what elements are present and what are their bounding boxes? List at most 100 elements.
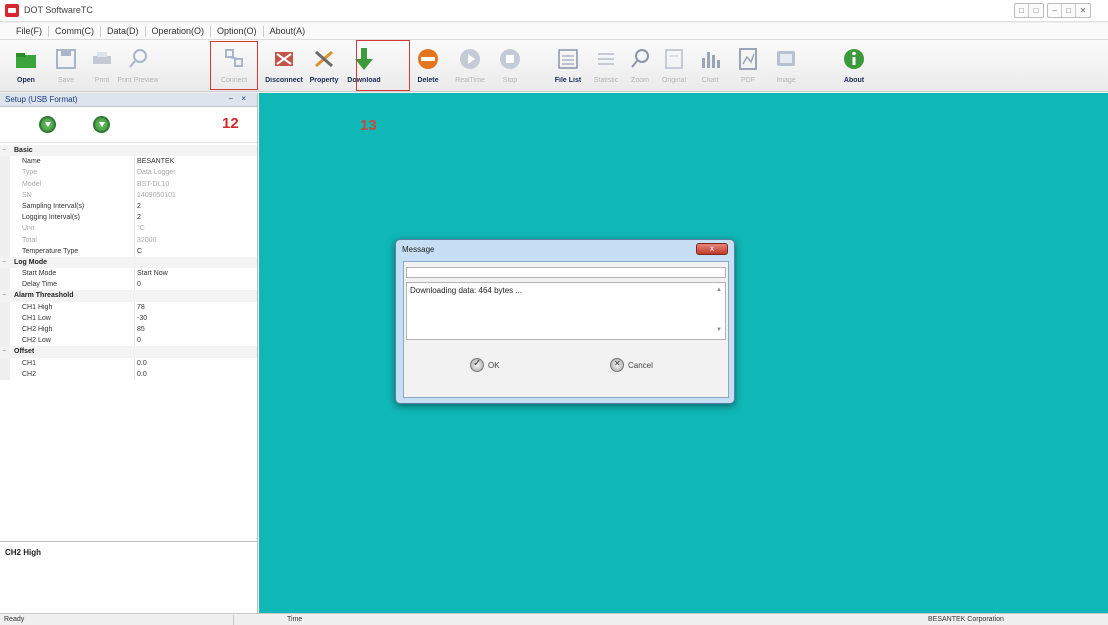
status-divider bbox=[233, 615, 234, 625]
row-gutter bbox=[0, 268, 10, 280]
read-settings-button[interactable] bbox=[39, 116, 56, 133]
property-row[interactable]: CH1 High 78 bbox=[0, 301, 257, 313]
property-category[interactable]: − Offset bbox=[0, 346, 257, 358]
property-value[interactable]: BESANTEK bbox=[137, 156, 174, 167]
property-value[interactable]: 2 bbox=[137, 212, 141, 223]
property-row[interactable]: Type Data Logger bbox=[0, 167, 257, 179]
stop-label: Stop bbox=[502, 77, 518, 84]
cancel-label: Cancel bbox=[628, 360, 653, 370]
save-icon bbox=[56, 49, 76, 69]
status-text: Ready bbox=[4, 616, 25, 623]
window-button-a[interactable]: □ bbox=[1015, 4, 1029, 17]
column-divider bbox=[134, 301, 135, 313]
column-divider bbox=[134, 324, 135, 336]
dialog-message-box[interactable]: Downloading data: 464 bytes ... ▲ ▼ bbox=[406, 282, 726, 340]
property-value[interactable]: 0 bbox=[137, 335, 141, 346]
property-value[interactable]: 32000 bbox=[137, 235, 156, 246]
image-button[interactable]: Image bbox=[766, 43, 806, 89]
property-value[interactable]: 0 bbox=[137, 279, 141, 290]
category-label: Alarm Threashold bbox=[14, 292, 74, 300]
property-row[interactable]: CH2 0.0 bbox=[0, 368, 257, 380]
description-title: CH2 High bbox=[5, 548, 41, 557]
cancel-button[interactable]: Cancel bbox=[610, 357, 653, 373]
collapse-icon[interactable]: − bbox=[2, 346, 6, 357]
property-row[interactable]: Start Mode Start Now bbox=[0, 268, 257, 280]
maximize-button[interactable]: □ bbox=[1062, 4, 1076, 17]
close-button[interactable]: ✕ bbox=[1076, 4, 1090, 17]
stop-button[interactable]: Stop bbox=[490, 43, 530, 89]
window-button-b[interactable]: □ bbox=[1029, 4, 1043, 17]
property-name: CH1 Low bbox=[22, 314, 51, 322]
property-value[interactable]: BST-DL10 bbox=[137, 179, 169, 190]
property-row[interactable]: CH2 Low 0 bbox=[0, 335, 257, 347]
property-value[interactable]: 0.0 bbox=[137, 369, 147, 380]
about-button[interactable]: About bbox=[834, 43, 874, 89]
dialog-input-field[interactable] bbox=[406, 267, 726, 278]
menu-comm[interactable]: Comm(C) bbox=[49, 25, 101, 37]
column-divider bbox=[134, 368, 135, 380]
property-value[interactable]: 2 bbox=[137, 201, 141, 212]
window-controls: – □ ✕ bbox=[1047, 3, 1091, 18]
property-row[interactable]: CH2 High 85 bbox=[0, 324, 257, 336]
property-name: Total bbox=[22, 236, 37, 244]
print-preview-label: Print Preview bbox=[117, 77, 159, 84]
delete-button[interactable]: Delete bbox=[408, 43, 448, 89]
property-name: Sampling Interval(s) bbox=[22, 202, 85, 210]
property-row[interactable]: Sampling Interval(s) 2 bbox=[0, 200, 257, 213]
property-category[interactable]: − Alarm Threashold bbox=[0, 290, 257, 302]
property-value[interactable]: Data Logger bbox=[137, 167, 176, 178]
property-row[interactable]: Logging Interval(s) 2 bbox=[0, 212, 257, 224]
menu-file[interactable]: File(F) bbox=[10, 25, 49, 37]
toolbar: Open Save Print Print Preview Connect Di… bbox=[0, 40, 1108, 92]
column-divider bbox=[134, 279, 135, 291]
property-row[interactable]: CH1 Low -30 bbox=[0, 312, 257, 324]
row-gutter bbox=[0, 200, 10, 213]
menu-operation[interactable]: Operation(O) bbox=[146, 25, 212, 37]
scroll-up-icon[interactable]: ▲ bbox=[716, 287, 722, 293]
property-row[interactable]: Unit °C bbox=[0, 223, 257, 235]
property-name: Delay Time bbox=[22, 281, 58, 289]
dialog-close-button[interactable]: x bbox=[696, 243, 728, 255]
image-label: Image bbox=[776, 77, 796, 84]
window-title: DOT SoftwareTC bbox=[24, 5, 93, 15]
column-divider bbox=[134, 156, 135, 168]
property-value[interactable]: 85 bbox=[137, 324, 145, 335]
property-row[interactable]: Total 32000 bbox=[0, 234, 257, 246]
property-row[interactable]: Model BST-DL10 bbox=[0, 178, 257, 190]
property-category[interactable]: − Basic bbox=[0, 145, 257, 157]
column-divider bbox=[134, 189, 135, 201]
property-value[interactable]: -30 bbox=[137, 313, 147, 324]
property-row[interactable]: CH1 0.0 bbox=[0, 357, 257, 369]
ok-label: OK bbox=[488, 360, 500, 370]
menu-data[interactable]: Data(D) bbox=[101, 25, 146, 37]
write-settings-button[interactable] bbox=[93, 116, 110, 133]
print-preview-button[interactable]: Print Preview bbox=[117, 43, 159, 89]
property-row[interactable]: Temperature Type C bbox=[0, 245, 257, 257]
property-value[interactable]: Start Now bbox=[137, 268, 168, 279]
property-value[interactable]: 78 bbox=[137, 302, 145, 313]
scroll-down-icon[interactable]: ▼ bbox=[716, 327, 722, 333]
collapse-icon[interactable]: − bbox=[2, 290, 6, 301]
table-icon bbox=[598, 53, 614, 65]
panel-pin-close-buttons[interactable]: − × bbox=[228, 94, 249, 103]
property-category[interactable]: − Log Mode bbox=[0, 256, 257, 269]
collapse-icon[interactable]: − bbox=[2, 145, 6, 156]
property-value[interactable]: 0.0 bbox=[137, 358, 147, 369]
property-row[interactable]: SN 1409050101 bbox=[0, 189, 257, 201]
menu-about[interactable]: About(A) bbox=[264, 26, 312, 37]
property-value[interactable]: C bbox=[137, 246, 142, 257]
collapse-icon[interactable]: − bbox=[2, 257, 6, 268]
property-row[interactable]: Delay Time 0 bbox=[0, 279, 257, 291]
property-row[interactable]: Name BESANTEK bbox=[0, 156, 257, 168]
magnifier-icon bbox=[129, 49, 147, 68]
property-value[interactable]: 1409050101 bbox=[137, 190, 176, 201]
stop-icon bbox=[500, 49, 520, 69]
category-label: Offset bbox=[14, 348, 35, 356]
menu-option[interactable]: Option(O) bbox=[211, 25, 264, 37]
ok-check-icon bbox=[470, 358, 484, 372]
ok-button[interactable]: OK bbox=[470, 357, 500, 373]
property-value[interactable]: °C bbox=[137, 223, 145, 234]
column-divider bbox=[134, 200, 135, 213]
row-gutter bbox=[0, 312, 10, 324]
minimize-button[interactable]: – bbox=[1048, 4, 1062, 17]
